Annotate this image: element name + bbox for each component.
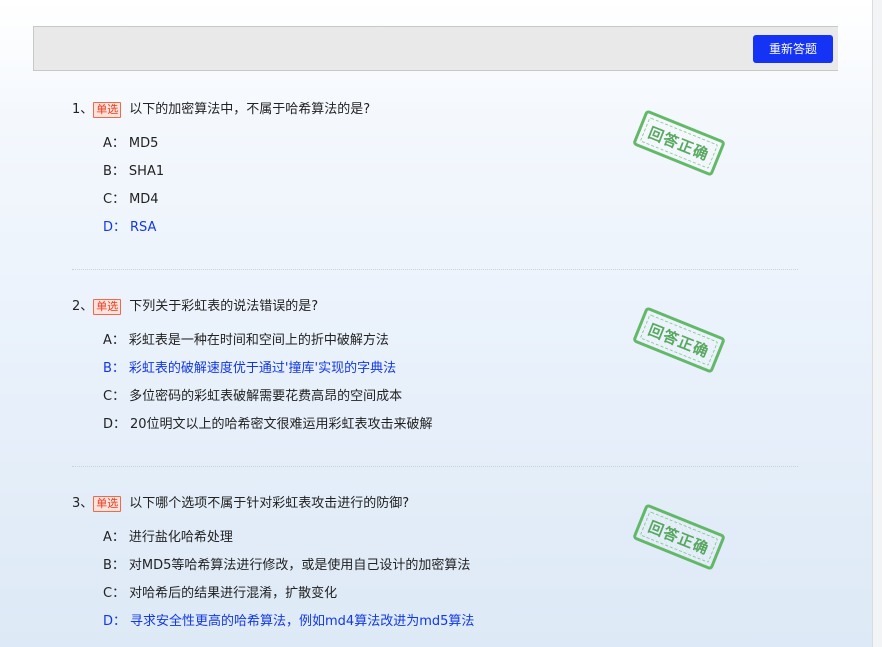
question-type-badge: 单选 <box>93 299 122 315</box>
question-1: 1、 单选 以下的加密算法中，不属于哈希算法的是? A： MD5 B： SHA1 C… <box>72 100 798 246</box>
question-type-badge: 单选 <box>93 496 122 512</box>
option-letter: B： <box>103 361 125 376</box>
question-number: 3、 <box>72 496 94 511</box>
option-letter: A： <box>103 333 125 348</box>
option-letter: B： <box>103 164 125 179</box>
option-text: 20位明文以上的哈希密文很难运用彩虹表攻击来破解 <box>130 417 433 432</box>
question-type-badge: 单选 <box>93 102 122 118</box>
option-text: 对MD5等哈希算法进行修改，或是使用自己设计的加密算法 <box>128 558 471 573</box>
option-text: 彩虹表的破解速度优于通过'撞库'实现的字典法 <box>128 361 397 376</box>
option-letter: B： <box>103 558 125 573</box>
option-text: RSA <box>130 220 157 235</box>
question-number: 2、 <box>72 299 94 314</box>
option-c[interactable]: C： MD4 <box>103 190 798 218</box>
option-text: SHA1 <box>128 164 165 179</box>
option-letter: C： <box>103 586 126 601</box>
question-number: 1、 <box>72 102 94 117</box>
option-letter: D： <box>103 614 127 629</box>
option-text: 多位密码的彩虹表破解需要花费高昂的空间成本 <box>129 389 403 404</box>
option-letter: C： <box>103 389 126 404</box>
option-text: MD4 <box>129 192 159 207</box>
option-text: 对哈希后的结果进行混淆，扩散变化 <box>129 586 338 601</box>
option-text: 彩虹表是一种在时间和空间上的折中破解方法 <box>128 333 389 348</box>
question-title: 2、 单选 下列关于彩虹表的说法错误的是? <box>72 297 798 317</box>
option-d[interactable]: D： 寻求安全性更高的哈希算法，例如md4算法改进为md5算法 <box>103 612 798 640</box>
question-text: 以下的加密算法中，不属于哈希算法的是? <box>129 102 371 117</box>
quiz-toolbar: 重新答题 <box>33 26 838 71</box>
question-divider <box>72 466 798 467</box>
window-edge <box>872 0 882 647</box>
question-text: 以下哪个选项不属于针对彩虹表攻击进行的防御? <box>129 496 410 511</box>
question-text: 下列关于彩虹表的说法错误的是? <box>129 299 319 314</box>
quiz-page: 重新答题 1、 单选 以下的加密算法中，不属于哈希算法的是? A： MD5 B： S… <box>0 0 872 647</box>
option-letter: C： <box>103 192 126 207</box>
redo-quiz-button[interactable]: 重新答题 <box>753 35 833 63</box>
option-letter: A： <box>103 530 125 545</box>
option-d[interactable]: D： 20位明文以上的哈希密文很难运用彩虹表攻击来破解 <box>103 415 798 443</box>
option-text: MD5 <box>128 136 159 151</box>
question-3: 3、 单选 以下哪个选项不属于针对彩虹表攻击进行的防御? A： 进行盐化哈希处理 … <box>72 494 798 640</box>
option-d[interactable]: D： RSA <box>103 218 798 246</box>
option-text: 进行盐化哈希处理 <box>128 530 233 545</box>
option-letter: D： <box>103 417 127 432</box>
option-c[interactable]: C： 多位密码的彩虹表破解需要花费高昂的空间成本 <box>103 387 798 415</box>
question-2: 2、 单选 下列关于彩虹表的说法错误的是? A： 彩虹表是一种在时间和空间上的折中… <box>72 297 798 443</box>
option-letter: A： <box>103 136 125 151</box>
question-title: 1、 单选 以下的加密算法中，不属于哈希算法的是? <box>72 100 798 120</box>
option-letter: D： <box>103 220 127 235</box>
question-title: 3、 单选 以下哪个选项不属于针对彩虹表攻击进行的防御? <box>72 494 798 514</box>
option-text: 寻求安全性更高的哈希算法，例如md4算法改进为md5算法 <box>130 614 475 629</box>
option-c[interactable]: C： 对哈希后的结果进行混淆，扩散变化 <box>103 584 798 612</box>
question-divider <box>72 269 798 270</box>
